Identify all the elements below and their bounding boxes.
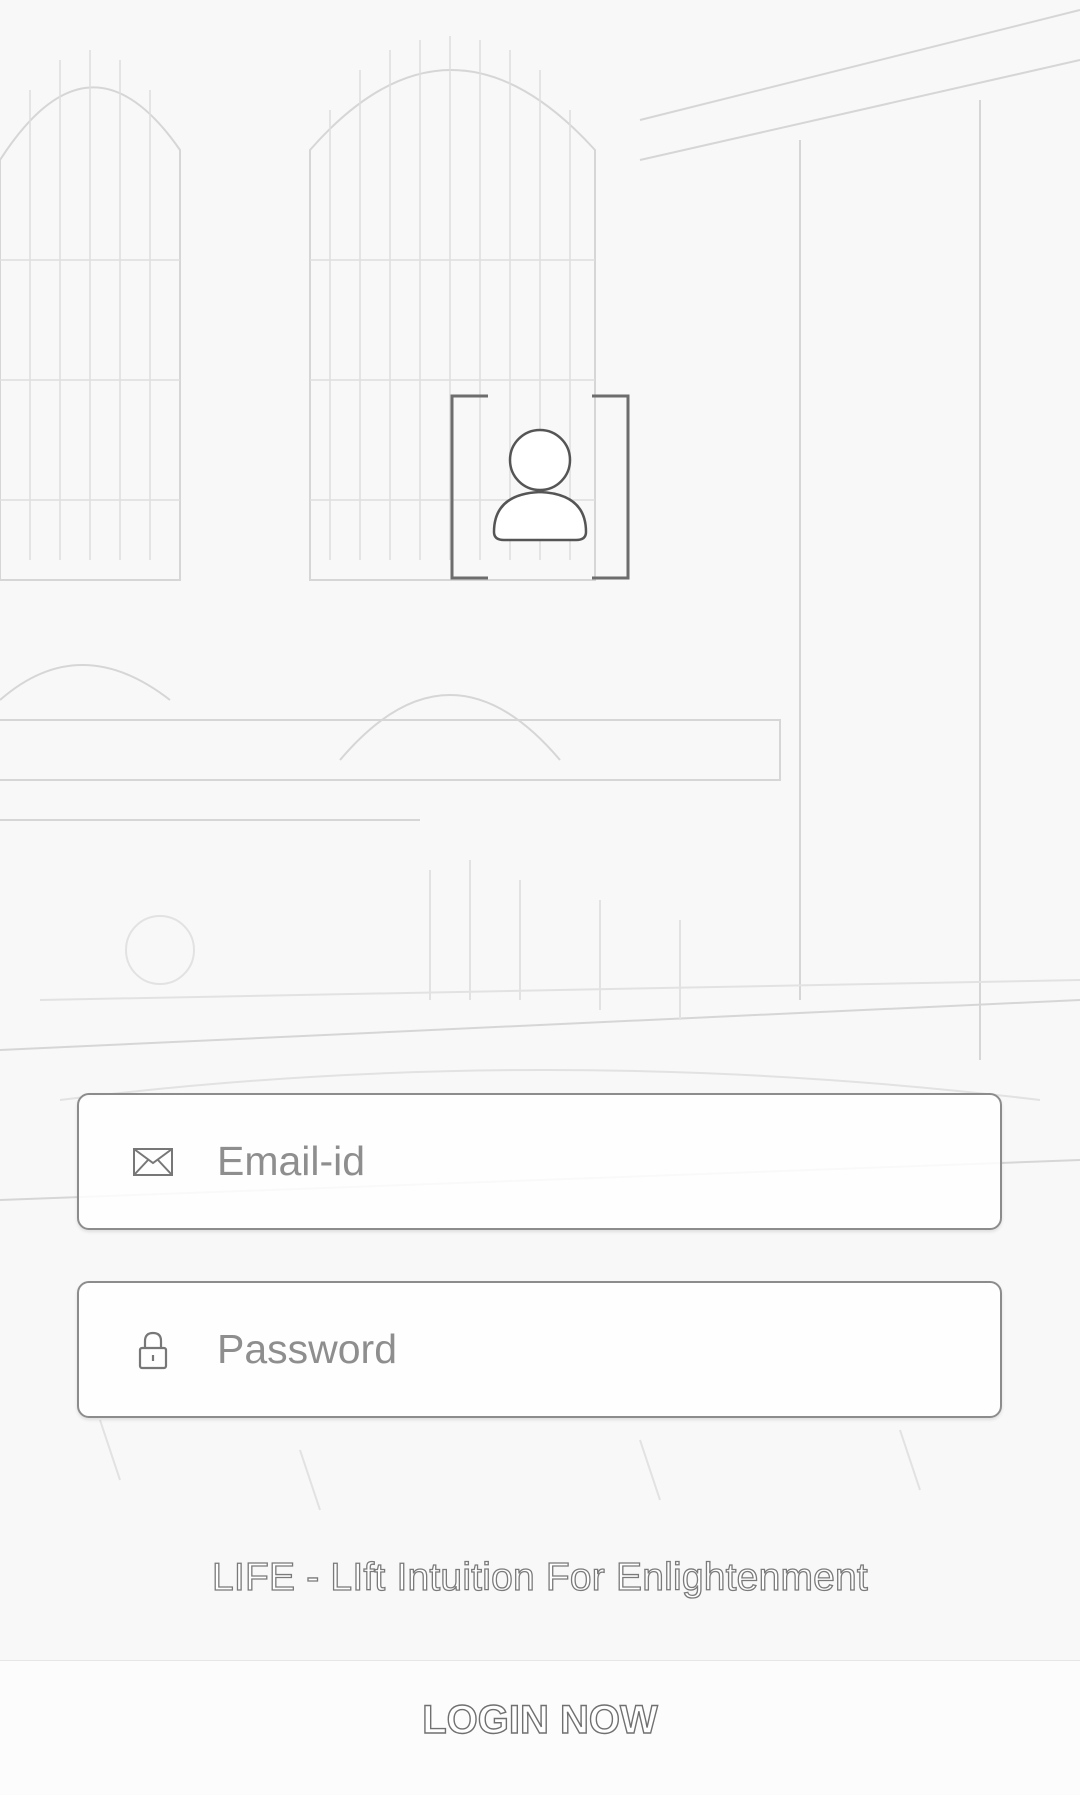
email-field[interactable] [77, 1093, 1002, 1230]
envelope-icon [117, 1147, 189, 1176]
lock-icon [117, 1330, 189, 1370]
password-input[interactable] [215, 1282, 959, 1417]
background-image [0, 0, 1080, 1794]
email-input[interactable] [215, 1094, 959, 1229]
login-button[interactable]: LOGIN NOW [0, 1697, 1080, 1743]
password-field[interactable] [77, 1281, 1002, 1418]
app-logo [444, 392, 636, 582]
app-tagline: LIFE - LIft Intuition For Enlightenment [211, 1555, 868, 1599]
user-bracket-icon [450, 394, 630, 580]
